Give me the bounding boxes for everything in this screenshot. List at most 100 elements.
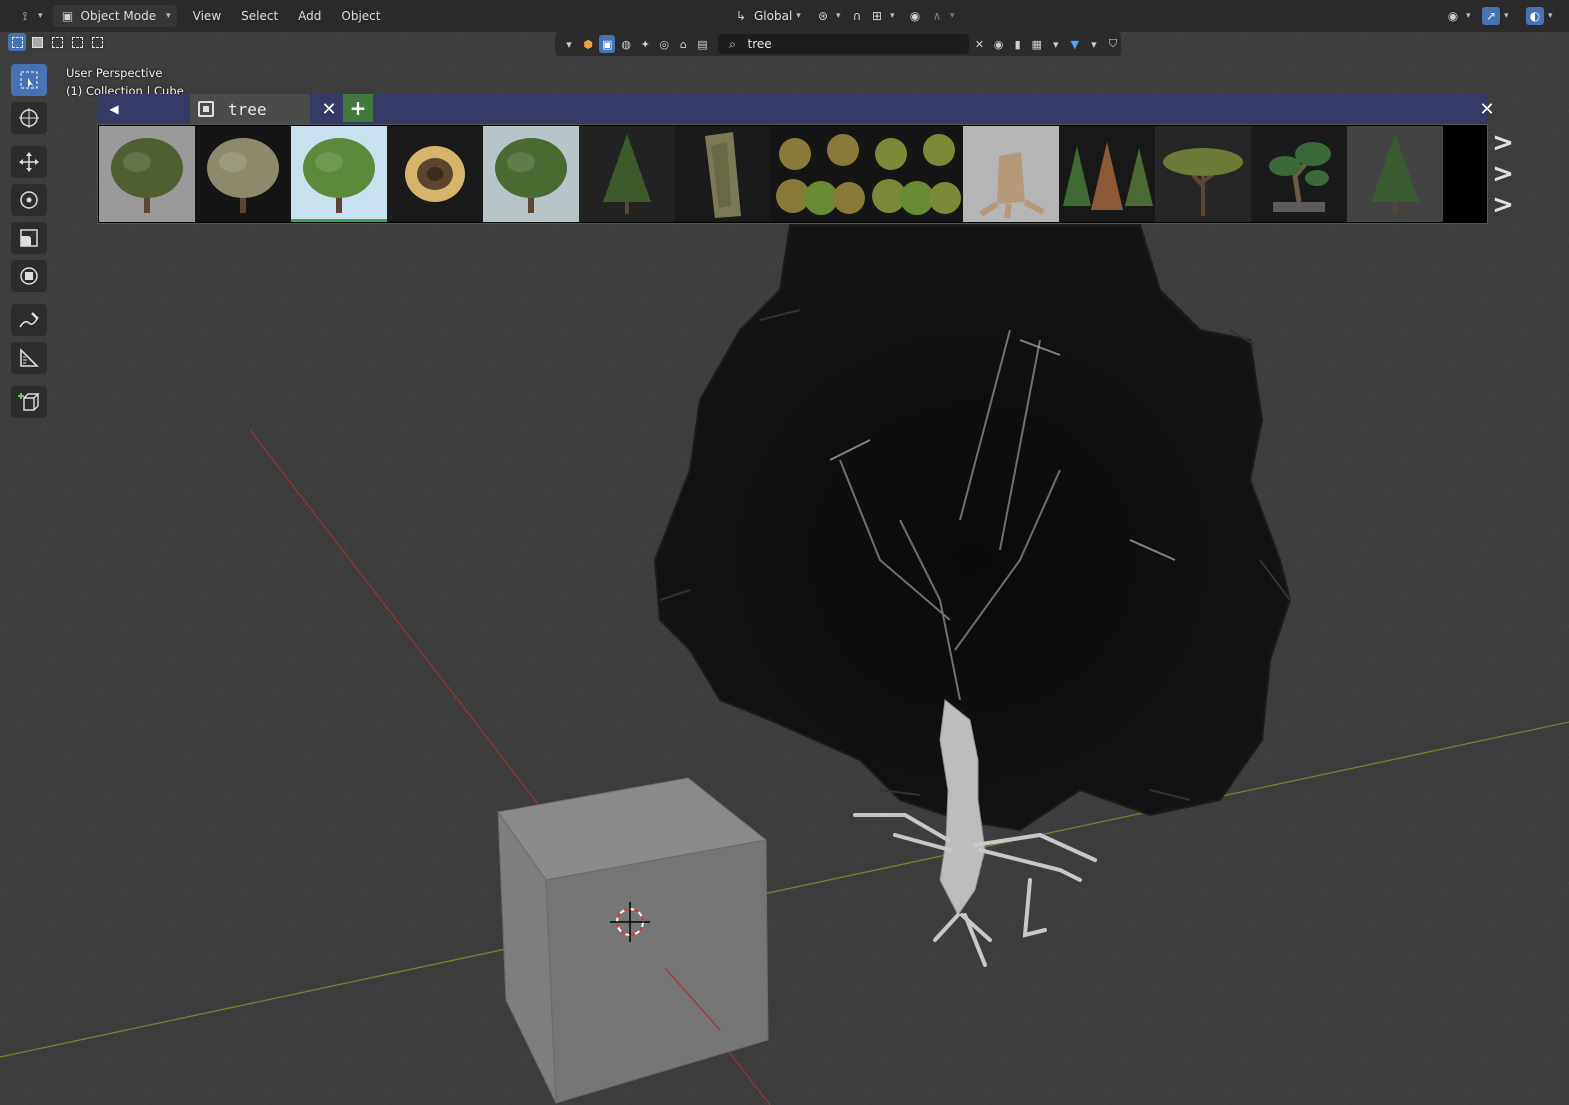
filter-brushes-icon[interactable]: ⌂	[675, 35, 691, 53]
select-box-tool[interactable]	[11, 64, 47, 96]
search-field[interactable]: ⌕	[717, 34, 969, 54]
eye-icon: ◉	[1447, 9, 1459, 23]
menu-add[interactable]: Add	[288, 5, 331, 27]
search-input[interactable]	[747, 37, 963, 51]
cursor-icon	[19, 108, 39, 128]
tree-slice-thumbnail[interactable]	[387, 126, 483, 222]
chevron-down-icon[interactable]: ▾	[1086, 35, 1102, 53]
pine-tree-thumbnail[interactable]	[1347, 126, 1443, 222]
pivot-dropdown[interactable]: ⊛ ▾	[808, 5, 847, 27]
bookmark-icon[interactable]: ▮	[1010, 35, 1026, 53]
chevron-right-icon: >	[1492, 189, 1514, 220]
chevron-down-icon[interactable]: ▾	[1048, 35, 1064, 53]
menu-object[interactable]: Object	[331, 5, 390, 27]
asset-tab-label: tree	[228, 99, 267, 119]
funnel-icon[interactable]: ▼	[1067, 35, 1083, 53]
proportional-edit-toggle[interactable]: ◉ ∧ ▾	[900, 5, 961, 27]
menu-view[interactable]: View	[183, 5, 231, 27]
thumbnail-image	[675, 126, 771, 222]
measure-tool[interactable]	[11, 342, 47, 374]
olive-tree-thumbnail[interactable]	[99, 126, 195, 222]
select-subtract-icon	[51, 36, 63, 48]
tree-pack-thumbnail-a[interactable]	[771, 126, 867, 222]
editor-type-button[interactable]: ⟟ ▾	[10, 5, 49, 27]
thumbnail-image	[483, 126, 579, 222]
chevron-down-icon: ▾	[1504, 11, 1509, 21]
thumbnail-image	[579, 126, 675, 222]
oak-tree-thumbnail[interactable]	[291, 126, 387, 222]
move-icon	[19, 152, 39, 172]
add-cube-tool[interactable]	[11, 386, 47, 418]
triangle-left-icon: ◀	[109, 102, 119, 116]
thumbnail-image	[291, 126, 387, 222]
tree-pack-thumbnail-b[interactable]	[867, 126, 963, 222]
conifer-dark-thumbnail[interactable]	[579, 126, 675, 222]
next-page-button[interactable]: > > >	[1490, 128, 1516, 220]
cursor-tool[interactable]	[11, 102, 47, 134]
chevron-down-icon: ▾	[836, 11, 841, 21]
chevron-right-icon: >	[1492, 158, 1514, 189]
close-browser-button[interactable]: ✕	[1472, 94, 1502, 124]
overlays-toggle[interactable]: ◐ ▾	[1520, 5, 1559, 27]
autumn-trees-thumbnail[interactable]	[1059, 126, 1155, 222]
select-subtract-button[interactable]	[48, 33, 66, 51]
clear-search-icon[interactable]: ✕	[972, 35, 988, 53]
eye-icon[interactable]: ◉	[991, 35, 1007, 53]
menu-select[interactable]: Select	[231, 5, 288, 27]
asset-tab[interactable]: tree	[190, 94, 310, 124]
select-box-icon	[20, 71, 38, 89]
transform-orientation-icon: ↳	[735, 9, 747, 23]
filter-materials-icon[interactable]: ◍	[618, 35, 634, 53]
view-title: User Perspective	[66, 66, 163, 80]
chevron-down-icon: ▾	[796, 11, 801, 21]
tree-stump-thumbnail[interactable]	[963, 126, 1059, 222]
visibility-dropdown[interactable]: ◉ ▾	[1438, 5, 1477, 27]
prev-tab-button[interactable]: ◀	[98, 94, 130, 124]
thumbnail-image	[195, 126, 291, 222]
shield-icon[interactable]: ⛉	[1105, 35, 1121, 53]
rotate-tool[interactable]	[11, 184, 47, 216]
object-type-icon[interactable]: ⬢	[580, 35, 596, 53]
filter-world-icon[interactable]: ◎	[656, 35, 672, 53]
thumbnail-image	[99, 126, 195, 222]
bark-log-thumbnail[interactable]	[675, 126, 771, 222]
scale-tool[interactable]	[11, 222, 47, 254]
select-invert-button[interactable]	[68, 33, 86, 51]
select-intersect-button[interactable]	[88, 33, 106, 51]
rotate-icon	[20, 191, 38, 209]
chevron-down-icon: ▾	[1548, 11, 1553, 21]
thumbnail-image	[387, 126, 483, 222]
close-tab-button[interactable]: ✕	[316, 94, 342, 124]
acacia-tree-thumbnail[interactable]	[1155, 126, 1251, 222]
mode-dropdown[interactable]: ▣ Object Mode ▾	[52, 5, 177, 27]
chevron-down-icon: ▾	[1466, 11, 1471, 21]
orientation-dropdown[interactable]: ↳ Global ▾	[726, 5, 807, 27]
add-tab-button[interactable]: +	[343, 94, 373, 122]
select-new-button[interactable]	[8, 33, 26, 51]
filter-objects-icon[interactable]: ▣	[599, 35, 616, 53]
gizmo-toggle[interactable]: ↗ ▾	[1476, 5, 1515, 27]
asset-filter-bar: ▾ ⬢ ▣ ◍ ✦ ◎ ⌂ ▤ ⌕ ✕ ◉ ▮ ▦ ▾ ▼ ▾ ⛉	[555, 32, 1121, 56]
proportional-edit-icon: ◉	[909, 9, 921, 23]
chevron-down-icon: ▾	[166, 11, 171, 21]
add-cube-icon	[18, 393, 40, 411]
annotate-tool[interactable]	[11, 304, 47, 336]
meadow-tree-thumbnail[interactable]	[483, 126, 579, 222]
move-tool[interactable]	[11, 146, 47, 178]
library-icon[interactable]: ▦	[1029, 35, 1045, 53]
filter-lights-icon[interactable]: ✦	[637, 35, 653, 53]
tool-shelf	[8, 64, 50, 418]
selection-mode-group	[8, 33, 106, 51]
chevron-down-icon[interactable]: ▾	[561, 35, 577, 53]
pale-tree-thumbnail[interactable]	[195, 126, 291, 222]
select-extend-button[interactable]	[28, 33, 46, 51]
filter-scenes-icon[interactable]: ▤	[694, 35, 710, 53]
viewport-header: ⟟ ▾ ▣ Object Mode ▾ View Select Add Objec…	[0, 0, 1569, 32]
thumbnail-image	[771, 126, 867, 222]
transform-tool[interactable]	[11, 260, 47, 292]
snap-target-dropdown[interactable]: ⊞ ▾	[862, 5, 901, 27]
asset-browser-bar: ◀ tree ✕ + ✕	[98, 94, 1495, 124]
thumbnail-image	[963, 126, 1059, 222]
close-icon: ✕	[1479, 98, 1495, 120]
bonsai-tree-thumbnail[interactable]	[1251, 126, 1347, 222]
